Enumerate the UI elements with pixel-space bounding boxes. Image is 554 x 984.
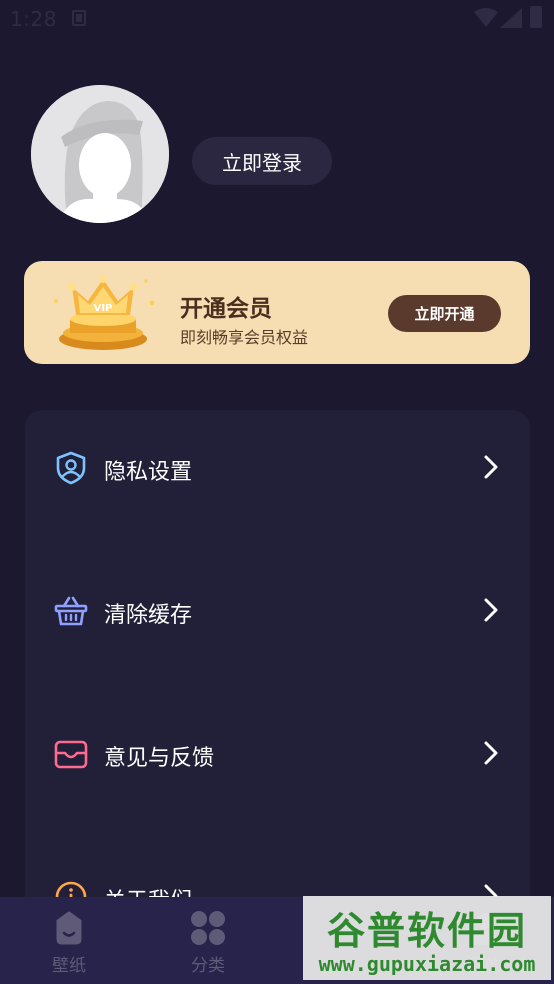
status-bar: 1:28 xyxy=(0,0,554,36)
avatar[interactable] xyxy=(31,85,169,223)
menu-item-label: 清除缓存 xyxy=(104,603,193,628)
login-button[interactable]: 立即登录 xyxy=(192,137,332,185)
battery-icon xyxy=(530,6,542,28)
menu-item-feedback[interactable]: 意见与反馈 xyxy=(25,718,530,782)
vip-crown-text: VIP xyxy=(94,303,113,314)
watermark-url: www.gupuxiazai.com xyxy=(318,952,536,976)
nav-tab-category[interactable]: 分类 xyxy=(153,897,263,984)
chevron-right-icon xyxy=(484,598,498,622)
menu-item-label: 隐私设置 xyxy=(104,460,193,485)
nav-tab-wallpaper[interactable]: 壁纸 xyxy=(14,897,124,984)
wifi-icon xyxy=(474,8,498,27)
vip-open-button[interactable]: 立即开通 xyxy=(388,295,501,332)
chevron-right-icon xyxy=(484,741,498,765)
status-time: 1:28 xyxy=(10,7,57,31)
notification-icon xyxy=(72,10,86,26)
default-user-avatar-icon xyxy=(31,85,169,223)
shield-user-icon xyxy=(56,451,86,485)
watermark-title: 谷普软件园 xyxy=(326,909,527,953)
menu-item-privacy[interactable]: 隐私设置 xyxy=(25,432,530,496)
chevron-right-icon xyxy=(484,455,498,479)
nav-label: 分类 xyxy=(191,956,225,976)
category-grid-icon xyxy=(191,911,225,945)
settings-menu: 隐私设置 清除缓存 意见与反馈 关于我们 xyxy=(25,410,530,970)
wallpaper-icon xyxy=(56,911,82,945)
vip-card[interactable]: VIP 开通会员 即刻畅享会员权益 立即开通 xyxy=(24,261,530,364)
nav-label: 壁纸 xyxy=(52,956,86,976)
menu-item-clear-cache[interactable]: 清除缓存 xyxy=(25,575,530,639)
vip-title: 开通会员 xyxy=(180,296,272,322)
menu-item-label: 意见与反馈 xyxy=(104,746,215,771)
basket-icon xyxy=(54,596,88,626)
signal-icon xyxy=(500,8,522,28)
inbox-icon xyxy=(54,740,88,769)
vip-crown-icon: VIP xyxy=(54,275,155,350)
watermark: 谷普软件园 www.gupuxiazai.com xyxy=(303,896,551,980)
vip-subtitle: 即刻畅享会员权益 xyxy=(180,328,309,347)
